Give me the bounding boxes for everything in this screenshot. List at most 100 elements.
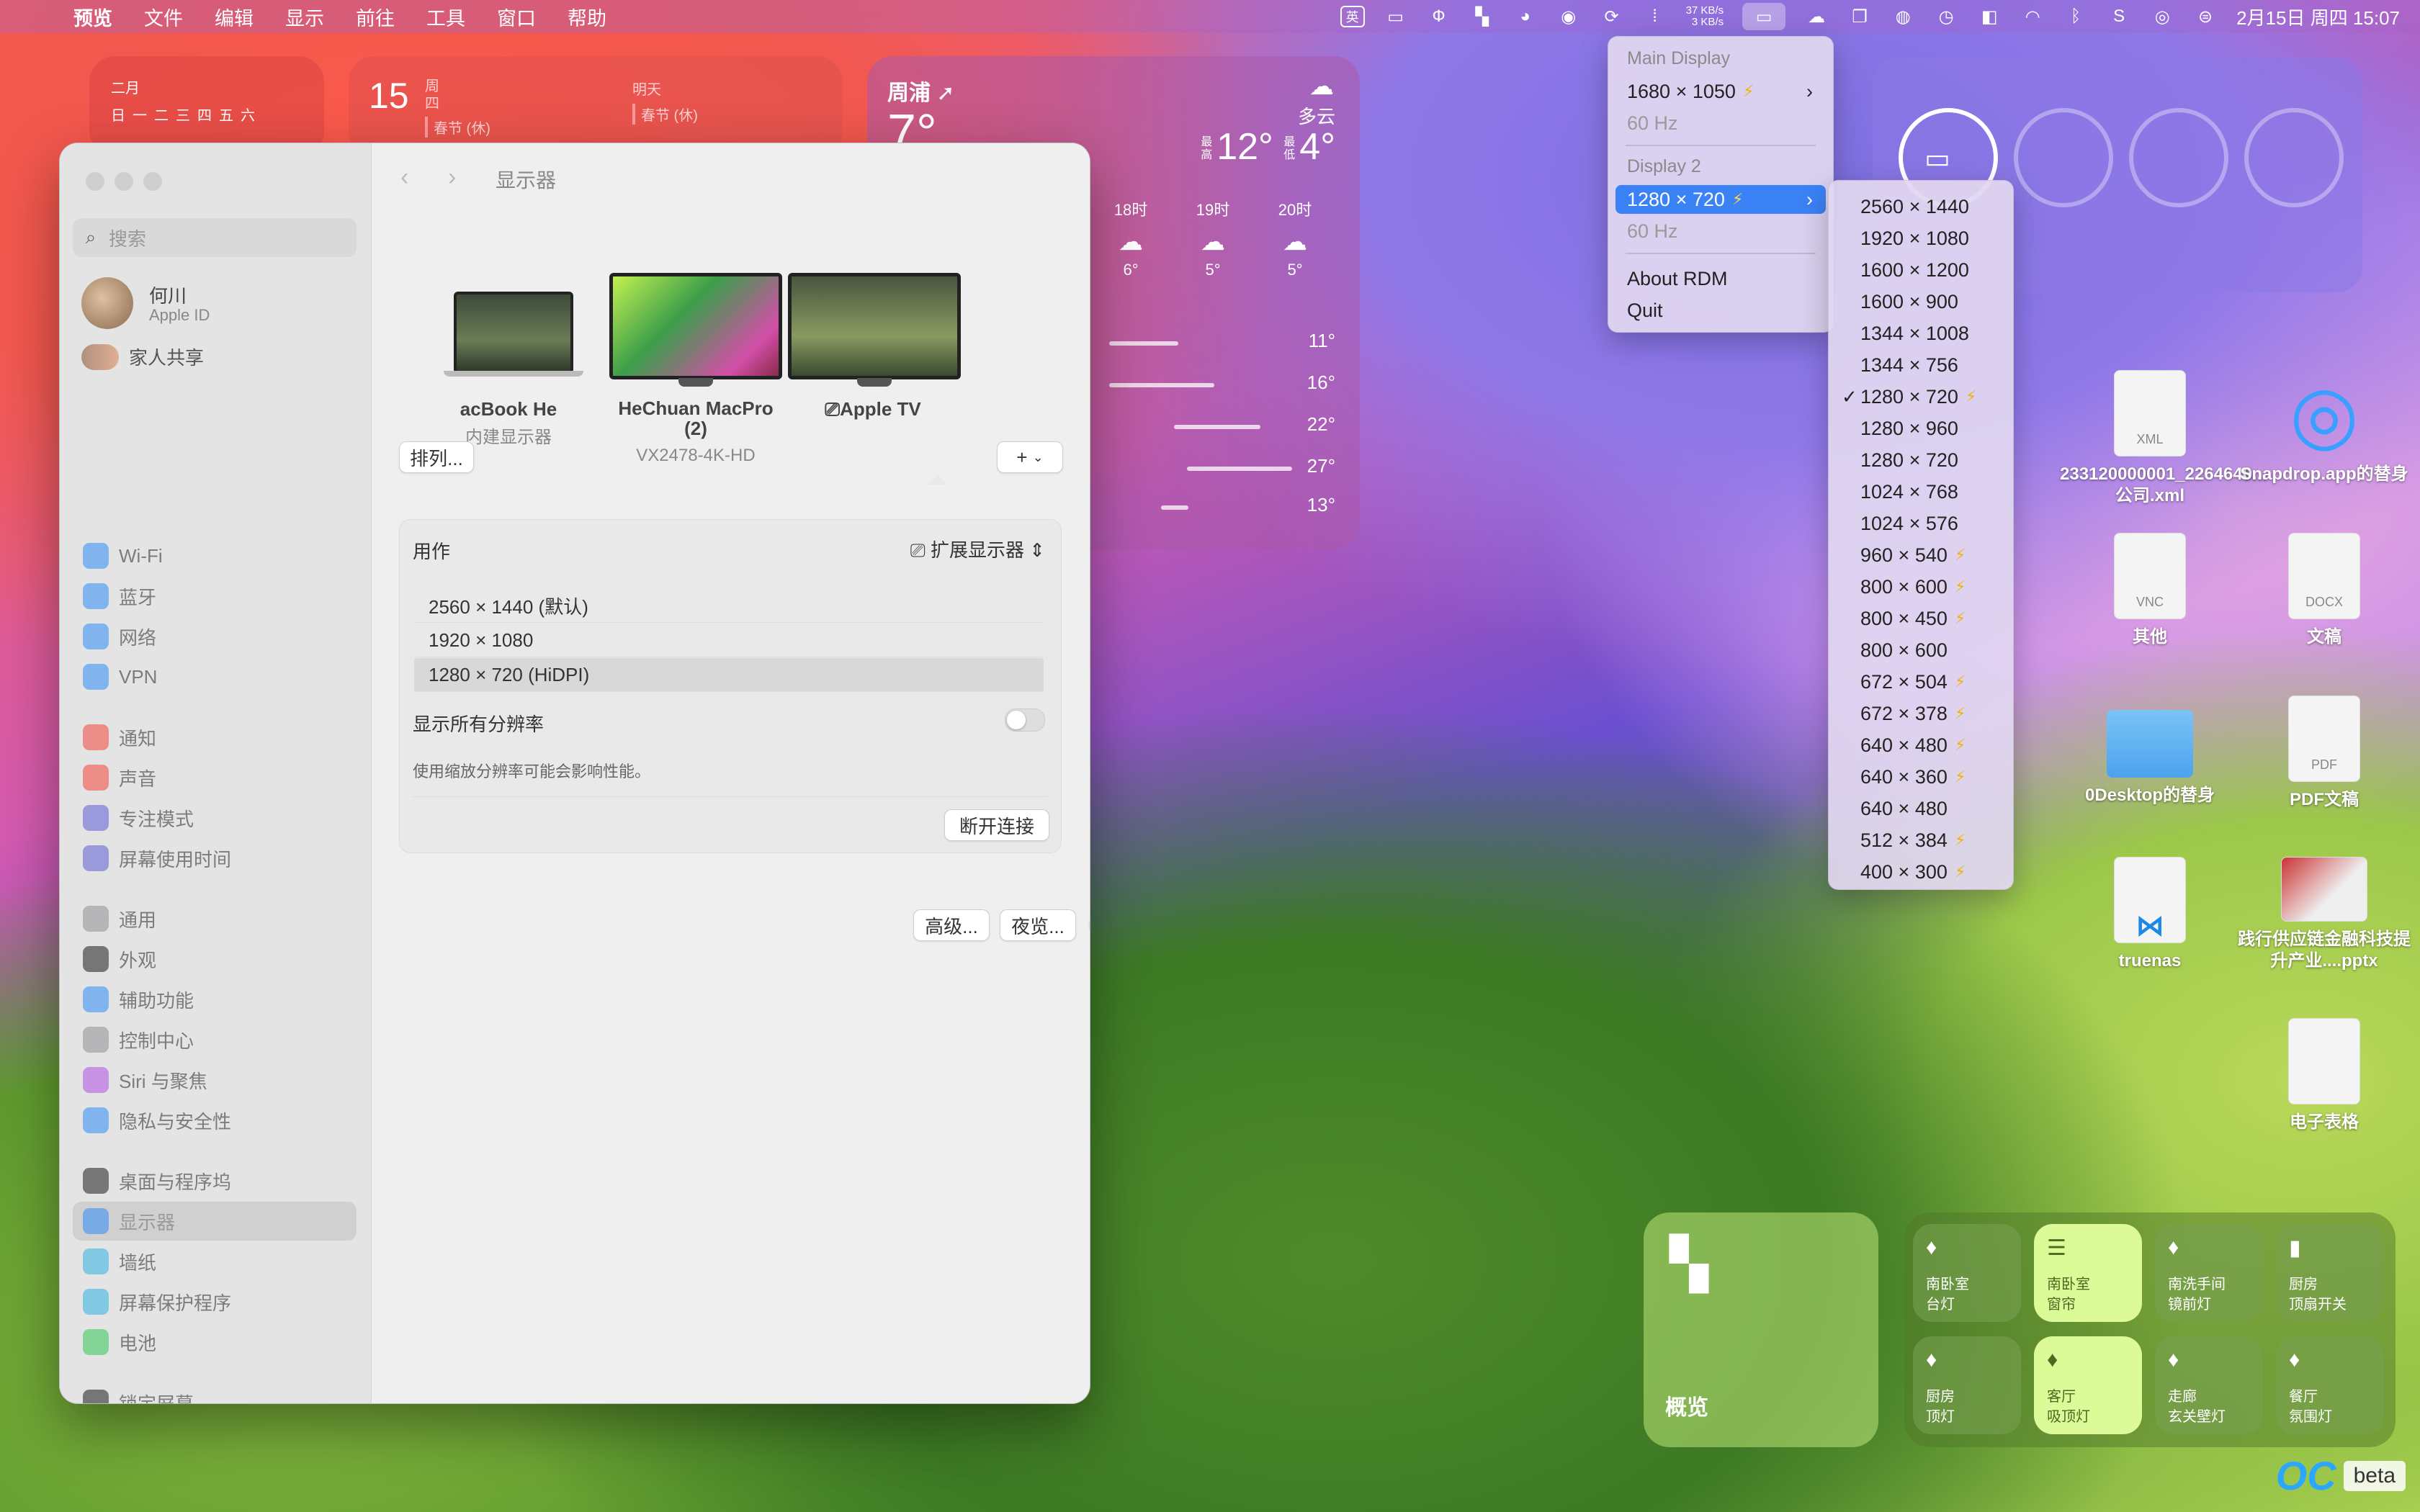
menu-item-view[interactable]: 显示: [269, 3, 340, 31]
forward-chevron-icon[interactable]: ›: [448, 163, 456, 192]
resolution-menu-item[interactable]: 960 × 540 ⚡: [1834, 539, 2007, 571]
window-icon[interactable]: ❐: [1847, 6, 1872, 27]
help-button[interactable]: ?: [1089, 911, 1090, 940]
sidebar-item[interactable]: 隐私与安全性: [73, 1101, 357, 1140]
resolution-menu-item[interactable]: ✓ 1280 × 720 ⚡: [1834, 381, 2007, 413]
main-display-resolution[interactable]: 1680 × 1050 ⚡ ›: [1615, 77, 1826, 106]
control-center-status-icon[interactable]: ⊜: [2193, 6, 2218, 27]
desktop-icon-snapdrop[interactable]: ◎ Snapdrop.app的替身: [2234, 370, 2414, 485]
sidebar-item[interactable]: 屏幕使用时间: [73, 839, 357, 878]
input-method-icon[interactable]: 英: [1340, 6, 1365, 27]
sidebar-item[interactable]: 屏幕保护程序: [73, 1282, 357, 1321]
cat-icon[interactable]: ◕: [1513, 6, 1538, 27]
show-all-resolutions-toggle[interactable]: [1005, 708, 1045, 732]
sidebar-item[interactable]: 辅助功能: [73, 980, 357, 1019]
sync-icon[interactable]: ⟳: [1600, 6, 1624, 27]
accessory-tile[interactable]: ♦ 厨房 顶灯: [1913, 1336, 2021, 1434]
sidebar-item[interactable]: 电池: [73, 1323, 357, 1362]
istat-icon[interactable]: ◉: [1556, 6, 1581, 27]
sidebar-item[interactable]: 蓝牙: [73, 577, 357, 616]
resolution-menu-item[interactable]: 672 × 378 ⚡: [1834, 698, 2007, 729]
desktop-icon-pdf[interactable]: PDF PDF文稿: [2234, 696, 2414, 811]
resolution-menu-item[interactable]: 2560 × 1440: [1834, 191, 2007, 222]
s-app-icon[interactable]: S: [2107, 6, 2131, 27]
desktop-icon-folder[interactable]: 0Desktop的替身: [2060, 696, 2240, 806]
sidebar-item[interactable]: 通知: [73, 718, 357, 757]
split-icon[interactable]: ◧: [1977, 6, 2002, 27]
sidebar-item[interactable]: 通用: [73, 899, 357, 938]
home-overview-widget[interactable]: ▚ 概览: [1644, 1212, 1878, 1447]
accessory-tile[interactable]: ♦ 客厅 吸顶灯: [2034, 1336, 2142, 1434]
accessory-tile[interactable]: ☰ 南卧室 窗帘: [2034, 1224, 2142, 1322]
sidebar-item[interactable]: 外观: [73, 940, 357, 978]
menu-item-help[interactable]: 帮助: [552, 3, 622, 31]
sidebar-item[interactable]: 桌面与程序坞: [73, 1161, 357, 1200]
cloud-icon[interactable]: ☁: [1804, 6, 1829, 27]
resolution-menu-item[interactable]: 1920 × 1080: [1834, 222, 2007, 254]
arrange-button[interactable]: 排列...: [399, 441, 474, 473]
desktop-icon-pptx[interactable]: 践行供应链金融科技提升产业....pptx: [2234, 857, 2414, 972]
minimize-window-button[interactable]: [115, 172, 133, 191]
accessory-tile[interactable]: ▮ 厨房 顶扇开关: [2276, 1224, 2384, 1322]
disconnect-button[interactable]: 断开连接: [944, 809, 1049, 841]
sidebar-item[interactable]: 控制中心: [73, 1020, 357, 1059]
bluetooth-status-icon[interactable]: ᛒ: [2063, 6, 2088, 27]
rdm-display-icon[interactable]: ▭: [1742, 3, 1786, 30]
calendar-status-icon[interactable]: ▭: [1384, 6, 1408, 27]
close-window-button[interactable]: [86, 172, 104, 191]
sidebar-item[interactable]: 声音: [73, 758, 357, 797]
sidebar-item[interactable]: 显示器: [73, 1202, 357, 1241]
menu-item-window[interactable]: 窗口: [481, 3, 552, 31]
resolution-menu-item[interactable]: 800 × 600 ⚡: [1834, 571, 2007, 603]
resolution-menu-item[interactable]: 640 × 360 ⚡: [1834, 761, 2007, 793]
menu-item-edit[interactable]: 编辑: [199, 3, 269, 31]
settings-search-field[interactable]: ⌕ 搜索: [73, 218, 357, 257]
calendar-widget[interactable]: 二月 日一二三四五六: [89, 56, 324, 157]
sidebar-item[interactable]: Wi-Fi: [73, 536, 357, 575]
sidebar-item[interactable]: VPN: [73, 657, 357, 696]
clock[interactable]: 2月15日 周四 15:07: [2236, 4, 2400, 30]
desktop-icon-other[interactable]: VNC 其他: [2060, 533, 2240, 648]
resolution-option-selected[interactable]: 1280 × 720 (HiDPI): [414, 658, 1044, 692]
desktop-icon-docs[interactable]: DOCX 文稿: [2234, 533, 2414, 648]
desktop-icon-sheet[interactable]: 电子表格: [2234, 1018, 2414, 1133]
resolution-menu-item[interactable]: 1344 × 756: [1834, 349, 2007, 381]
layout-icon[interactable]: ▚: [1470, 6, 1494, 27]
quit-item[interactable]: Quit: [1615, 296, 1826, 325]
family-sharing-item[interactable]: 家人共享: [81, 343, 204, 370]
resolution-menu-item[interactable]: 1024 × 576: [1834, 508, 2007, 539]
accessory-tile[interactable]: ♦ 南洗手间 镜前灯: [2155, 1224, 2263, 1322]
menu-item-go[interactable]: 前往: [340, 3, 411, 31]
resolution-menu-item[interactable]: 1280 × 720: [1834, 444, 2007, 476]
add-display-button[interactable]: + ⌄: [997, 441, 1063, 473]
resolution-menu-item[interactable]: 512 × 384 ⚡: [1834, 824, 2007, 856]
accessory-tile[interactable]: ♦ 餐厅 氛围灯: [2276, 1336, 2384, 1434]
zoom-window-button[interactable]: [143, 172, 162, 191]
resolution-option[interactable]: 1920 × 1080: [414, 624, 1044, 657]
advanced-button[interactable]: 高级...: [913, 909, 990, 941]
resolution-menu-item[interactable]: 800 × 450 ⚡: [1834, 603, 2007, 634]
menu-item-file[interactable]: 文件: [128, 3, 199, 31]
menu-item-tools[interactable]: 工具: [411, 3, 481, 31]
desktop-icon-truenas[interactable]: ⋈ truenas: [2060, 857, 2240, 972]
resolution-menu-item[interactable]: 800 × 600: [1834, 634, 2007, 666]
about-rdm-item[interactable]: About RDM: [1615, 264, 1826, 293]
thermo-icon[interactable]: ⁞: [1643, 6, 1667, 27]
sidebar-item[interactable]: 网络: [73, 617, 357, 656]
user-icon[interactable]: ◎: [2150, 6, 2174, 27]
use-as-popup[interactable]: ⎚ 扩展显示器 ⇕: [910, 536, 1045, 562]
desktop-icon-xml[interactable]: XML 233120000001_2264640...公司.xml: [2060, 370, 2267, 507]
resolution-menu-item[interactable]: 1600 × 900: [1834, 286, 2007, 318]
wechat-icon[interactable]: ◍: [1891, 6, 1915, 27]
menu-app-name[interactable]: 预览: [58, 3, 128, 31]
accessory-tile[interactable]: ♦ 南卧室 台灯: [1913, 1224, 2021, 1322]
wifi-status-icon[interactable]: ◠: [2020, 6, 2045, 27]
resolution-menu-item[interactable]: 1024 × 768: [1834, 476, 2007, 508]
sidebar-item[interactable]: Siri 与聚焦: [73, 1061, 357, 1099]
resolution-menu-item[interactable]: 400 × 300 ⚡: [1834, 856, 2007, 888]
resolution-menu-item[interactable]: 672 × 504 ⚡: [1834, 666, 2007, 698]
typewriter-icon[interactable]: Ф: [1427, 6, 1451, 27]
back-chevron-icon[interactable]: ‹: [400, 163, 408, 192]
resolution-menu-item[interactable]: 1280 × 960: [1834, 413, 2007, 444]
resolution-menu-item[interactable]: 640 × 480: [1834, 793, 2007, 824]
